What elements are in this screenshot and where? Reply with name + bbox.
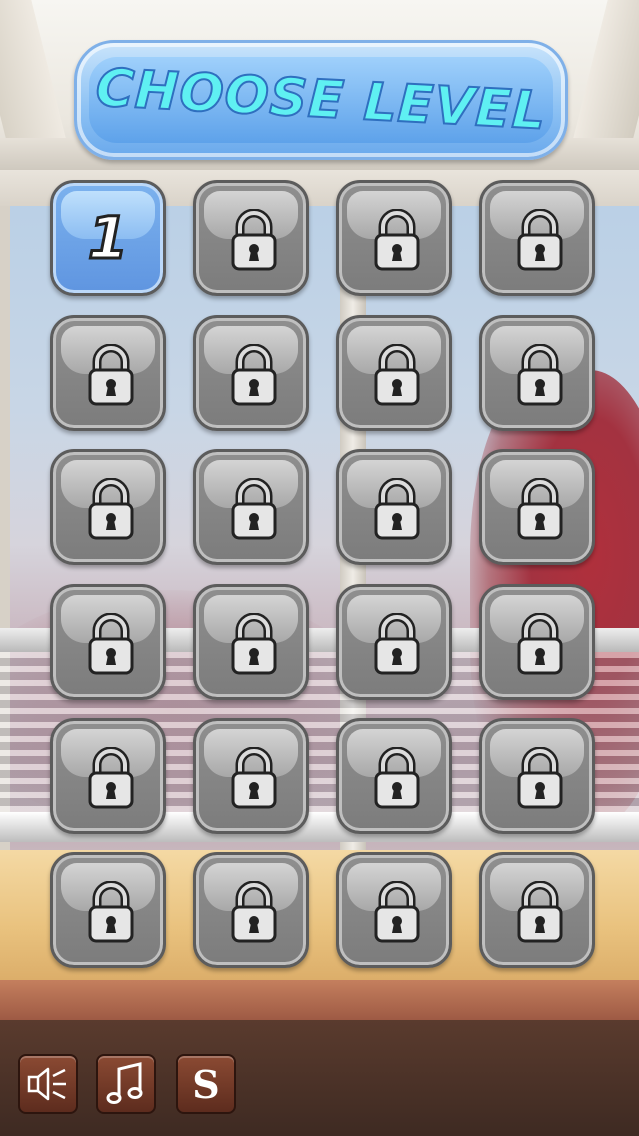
speaker-icon (27, 1067, 66, 1101)
padlock-icon (88, 881, 134, 943)
padlock-icon (231, 747, 277, 809)
page-title: CHOOSE LEVEL (93, 57, 548, 143)
level-button-locked[interactable] (479, 584, 595, 700)
padlock-icon (517, 613, 563, 675)
level-button-locked[interactable] (193, 449, 309, 565)
padlock-icon (231, 881, 277, 943)
level-button-locked[interactable] (193, 315, 309, 431)
level-button-locked[interactable] (336, 852, 452, 968)
level-button-locked[interactable] (479, 718, 595, 834)
level-number: 1 (86, 203, 129, 274)
level-button-locked[interactable] (50, 449, 166, 565)
level-grid: 1 (50, 180, 596, 970)
level-button-locked[interactable] (336, 718, 452, 834)
padlock-icon (374, 478, 420, 540)
level-button-locked[interactable] (479, 852, 595, 968)
level-button-locked[interactable] (50, 315, 166, 431)
level-button[interactable]: 1 (50, 180, 166, 296)
padlock-icon (231, 209, 277, 271)
padlock-icon (231, 613, 277, 675)
level-button-locked[interactable] (193, 584, 309, 700)
padlock-icon (517, 747, 563, 809)
padlock-icon (517, 478, 563, 540)
level-button-locked[interactable] (479, 180, 595, 296)
padlock-icon (88, 344, 134, 406)
level-button-locked[interactable] (193, 180, 309, 296)
padlock-icon (374, 747, 420, 809)
level-button-locked[interactable] (336, 584, 452, 700)
padlock-icon (374, 881, 420, 943)
level-button-locked[interactable] (479, 449, 595, 565)
level-button-locked[interactable] (50, 852, 166, 968)
padlock-icon (517, 209, 563, 271)
title-banner: CHOOSE LEVEL (74, 40, 568, 160)
padlock-icon (88, 613, 134, 675)
level-button-locked[interactable] (336, 180, 452, 296)
padlock-icon (88, 478, 134, 540)
level-button-locked[interactable] (336, 449, 452, 565)
padlock-icon (231, 478, 277, 540)
table-edge (0, 980, 639, 1020)
padlock-icon (88, 747, 134, 809)
ceiling-beam-left (0, 0, 69, 150)
padlock-icon (374, 613, 420, 675)
sound-button[interactable] (18, 1054, 78, 1114)
music-button[interactable] (96, 1054, 156, 1114)
padlock-icon (517, 881, 563, 943)
padlock-icon (374, 344, 420, 406)
music-note-icon (106, 1062, 143, 1104)
shop-button[interactable]: S (176, 1054, 236, 1114)
padlock-icon (517, 344, 563, 406)
level-button-locked[interactable] (50, 718, 166, 834)
level-button-locked[interactable] (193, 852, 309, 968)
padlock-icon (231, 344, 277, 406)
level-button-locked[interactable] (336, 315, 452, 431)
ceiling-beam-right (570, 0, 639, 150)
level-button-locked[interactable] (50, 584, 166, 700)
padlock-icon (374, 209, 420, 271)
shop-button-label: S (192, 1061, 220, 1107)
level-button-locked[interactable] (193, 718, 309, 834)
level-button-locked[interactable] (479, 315, 595, 431)
